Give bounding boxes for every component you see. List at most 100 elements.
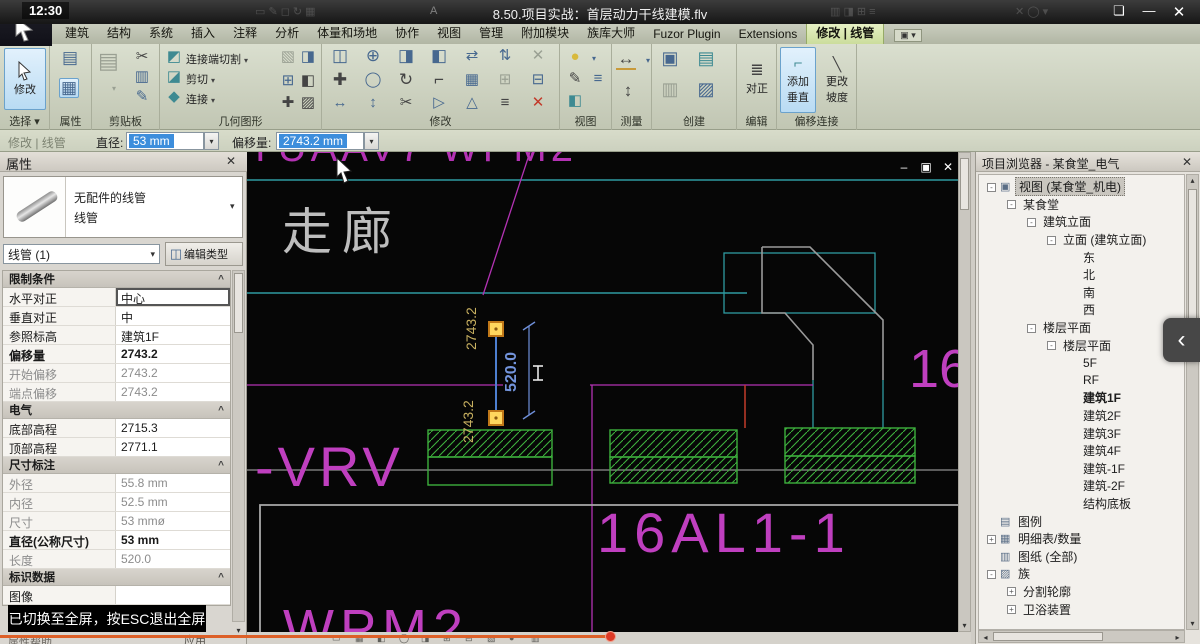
panel-label-measure[interactable]: 测量	[612, 113, 651, 129]
cut-geometry-icon[interactable]: ◪	[164, 68, 184, 86]
property-value[interactable]	[116, 586, 230, 604]
tree-item[interactable]: 西	[979, 301, 1184, 319]
copy-tool-icon[interactable]: ◯	[363, 71, 383, 89]
popout-icon[interactable]: ❏	[1108, 3, 1130, 19]
tab-collaborate[interactable]: 协作	[386, 22, 428, 44]
instance-combo[interactable]: 线管 (1)▾	[3, 244, 160, 264]
tree-item[interactable]: 建筑-1F	[979, 460, 1184, 478]
tree-item[interactable]: 5F	[979, 354, 1184, 372]
mirror-draw-icon[interactable]: ◧	[429, 47, 449, 65]
tree-item[interactable]: -立面 (建筑立面)	[979, 231, 1184, 249]
scale-icon[interactable]: ⊞	[495, 71, 515, 89]
split-element-icon[interactable]: ✂	[396, 94, 416, 112]
offset-icon[interactable]: ⊕	[363, 47, 383, 65]
justify-button[interactable]: ≣ 对正	[740, 48, 774, 110]
property-value[interactable]: 2715.3	[116, 419, 230, 437]
drawing-canvas[interactable]: YUAAV7 WPM2 走廊 -VRV 16AL1-1 WPM2 16 520.…	[247, 152, 958, 632]
view-restore-icon[interactable]: ▣	[917, 160, 935, 174]
mirror-axis-icon[interactable]: ◨	[396, 47, 416, 65]
tree-item[interactable]: -▣视图 (某食堂_机电)	[979, 178, 1184, 196]
project-browser-close-icon[interactable]: ✕	[1182, 155, 1192, 169]
tab-annotate[interactable]: 注释	[224, 22, 266, 44]
split-icon[interactable]: ⇄	[462, 47, 482, 65]
tree-item[interactable]: ▥图纸 (全部)	[979, 547, 1184, 565]
properties-close-icon[interactable]: ✕	[226, 154, 236, 168]
type-properties-icon[interactable]: ▤	[60, 49, 80, 67]
create-group-icon[interactable]: ▤	[696, 49, 716, 67]
tree-item-current-view[interactable]: 建筑1F	[979, 389, 1184, 407]
cut-icon[interactable]: ✂	[132, 48, 152, 66]
linework-icon[interactable]: ✎	[565, 70, 585, 88]
property-value[interactable]: 53 mmø	[116, 512, 230, 530]
tree-item[interactable]: +分割轮廓	[979, 583, 1184, 601]
beam-joins-icon[interactable]: ⊞	[278, 72, 298, 90]
group-header[interactable]: 标识数据^	[3, 569, 230, 586]
create-assembly-icon[interactable]: ▥	[660, 80, 680, 98]
panel-label-select[interactable]: 选择 ▾	[0, 113, 49, 129]
trim-extend-single-icon[interactable]: ↔	[330, 94, 350, 112]
extend-icon[interactable]: ▷	[429, 94, 449, 112]
add-vertical-button[interactable]: ⌐ 添加 垂直	[780, 47, 816, 113]
tree-item[interactable]: 东	[979, 248, 1184, 266]
property-value[interactable]: 55.8 mm	[116, 474, 230, 492]
tab-family-library[interactable]: 族库大师	[578, 22, 644, 44]
tab-extensions[interactable]: Extensions	[730, 25, 807, 44]
modify-tool-button[interactable]: 修改	[4, 48, 46, 110]
canvas-scrollbar[interactable]: ▾	[958, 152, 971, 632]
close-icon[interactable]: ✕	[1168, 3, 1190, 21]
align-icon[interactable]: ◫	[330, 47, 350, 65]
tab-structure[interactable]: 结构	[98, 22, 140, 44]
panel-label-create[interactable]: 创建	[652, 113, 736, 129]
override-graphics-icon[interactable]: ≡	[588, 70, 608, 88]
tree-item[interactable]: -▨族	[979, 565, 1184, 583]
properties-scrollbar[interactable]	[232, 270, 245, 622]
paint-geometry-icon[interactable]: ✚	[278, 94, 298, 112]
view-minimize-icon[interactable]: –	[895, 160, 913, 174]
unpin-icon[interactable]: ✕	[528, 47, 548, 65]
tree-item[interactable]: -楼层平面	[979, 336, 1184, 354]
wall-joins-icon[interactable]: ▧	[278, 48, 298, 66]
tab-systems[interactable]: 系统	[140, 22, 182, 44]
property-value[interactable]: 中	[116, 307, 230, 325]
property-value[interactable]: 520.0	[116, 550, 230, 568]
tab-massing[interactable]: 体量和场地	[308, 22, 386, 44]
trim-extend-multi-icon[interactable]: ↕	[363, 94, 383, 112]
paste-dropdown-icon[interactable]: ▾	[104, 80, 124, 98]
tree-item[interactable]: RF	[979, 372, 1184, 390]
browser-hscrollbar[interactable]: ◂▸	[978, 630, 1185, 643]
tree-item[interactable]: 建筑-2F	[979, 477, 1184, 495]
join-label[interactable]: 连接▾	[186, 91, 215, 107]
diameter-dropdown-icon[interactable]: ▾	[204, 132, 219, 150]
tree-item[interactable]: 结构底板	[979, 495, 1184, 513]
tree-item[interactable]: -建筑立面	[979, 213, 1184, 231]
tree-item[interactable]: 南	[979, 284, 1184, 302]
group-header[interactable]: 电气^	[3, 402, 230, 419]
diameter-combo[interactable]: 53 mm	[126, 132, 204, 150]
tree-item[interactable]: -某食堂	[979, 196, 1184, 214]
move-icon[interactable]: ✚	[330, 71, 350, 89]
demolish-icon[interactable]: ◨	[298, 48, 318, 66]
type-dropdown-icon[interactable]: ▾	[230, 201, 235, 212]
panel-label-clipboard[interactable]: 剪贴板	[92, 113, 159, 129]
tree-item[interactable]: +卫浴装置	[979, 600, 1184, 618]
list-icon[interactable]: ≡	[495, 94, 515, 112]
panel-label-offset-connect[interactable]: 偏移连接	[777, 113, 856, 129]
delete-icon[interactable]: ✕	[528, 94, 548, 112]
tree-item[interactable]: 北	[979, 266, 1184, 284]
tab-insert[interactable]: 插入	[182, 22, 224, 44]
player-prev-chevron[interactable]: ‹	[1163, 318, 1200, 362]
tab-fuzor[interactable]: Fuzor Plugin	[644, 25, 729, 44]
video-playhead[interactable]	[605, 631, 616, 642]
tab-architecture[interactable]: 建筑	[56, 22, 98, 44]
properties-palette-icon[interactable]: ▦	[59, 78, 79, 98]
shape-edit-icon[interactable]: △	[462, 94, 482, 112]
hammer-icon[interactable]: ▨	[298, 94, 318, 112]
property-value[interactable]: 52.5 mm	[116, 493, 230, 511]
change-slope-button[interactable]: ╲ 更改 坡度	[819, 47, 855, 113]
tree-item[interactable]: 建筑2F	[979, 407, 1184, 425]
array-icon[interactable]: ▦	[462, 71, 482, 89]
pin-icon[interactable]: ⊟	[528, 71, 548, 89]
rotate-icon[interactable]: ↻	[396, 71, 416, 89]
offset-combo[interactable]: 2743.2 mm	[276, 132, 364, 150]
ribbon-state-dropdown[interactable]: ▣ ▾	[894, 29, 922, 42]
